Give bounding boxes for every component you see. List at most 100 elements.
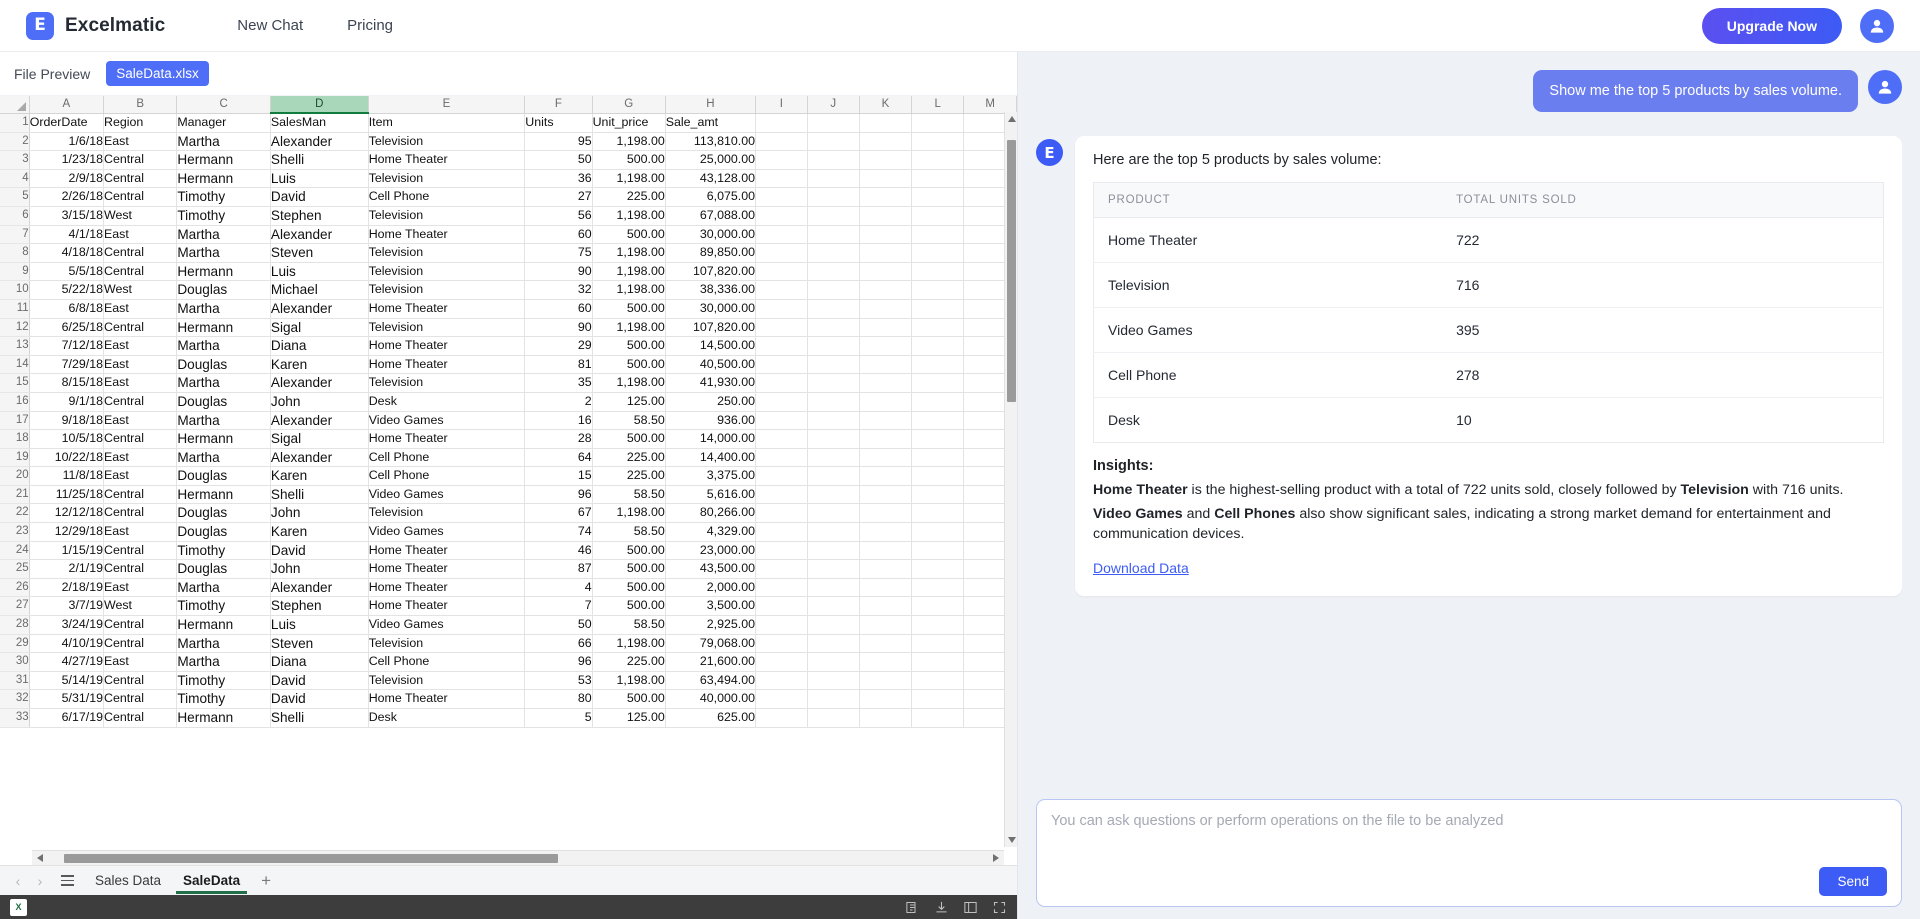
grid-horizontal-scrollbar[interactable] <box>32 850 1004 865</box>
cell-D14[interactable]: Karen <box>270 355 368 374</box>
cell-C31[interactable]: Timothy <box>177 671 271 690</box>
cell-I4[interactable] <box>755 169 807 188</box>
grid-vertical-scrollbar[interactable] <box>1004 112 1017 847</box>
cell-K10[interactable] <box>859 281 911 300</box>
cell-K24[interactable] <box>859 541 911 560</box>
cell-C26[interactable]: Martha <box>177 578 271 597</box>
cell-G3[interactable]: 500.00 <box>592 151 665 170</box>
cell-K22[interactable] <box>859 504 911 523</box>
cell-L26[interactable] <box>912 578 964 597</box>
row-header-14[interactable]: 14 <box>0 355 29 374</box>
cell-C8[interactable]: Martha <box>177 244 271 263</box>
cell-J8[interactable] <box>807 244 859 263</box>
cell-I17[interactable] <box>755 411 807 430</box>
cell-I25[interactable] <box>755 560 807 579</box>
cell-F18[interactable]: 28 <box>525 430 592 449</box>
cell-I20[interactable] <box>755 467 807 486</box>
cell-L33[interactable] <box>912 709 964 728</box>
cell-E1[interactable]: Item <box>368 113 525 132</box>
cell-D20[interactable]: Karen <box>270 467 368 486</box>
cell-K33[interactable] <box>859 709 911 728</box>
cell-E16[interactable]: Desk <box>368 392 525 411</box>
cell-A15[interactable]: 8/15/18 <box>29 374 103 393</box>
cell-D4[interactable]: Luis <box>270 169 368 188</box>
cell-C23[interactable]: Douglas <box>177 523 271 542</box>
cell-A18[interactable]: 10/5/18 <box>29 430 103 449</box>
cell-K25[interactable] <box>859 560 911 579</box>
cell-B12[interactable]: Central <box>104 318 177 337</box>
cell-E31[interactable]: Television <box>368 671 525 690</box>
cell-L19[interactable] <box>912 448 964 467</box>
column-header-d[interactable]: D <box>270 96 368 113</box>
cell-A20[interactable]: 11/8/18 <box>29 467 103 486</box>
cell-H17[interactable]: 936.00 <box>665 411 755 430</box>
cell-J6[interactable] <box>807 206 859 225</box>
cell-H16[interactable]: 250.00 <box>665 392 755 411</box>
cell-B8[interactable]: Central <box>104 244 177 263</box>
cell-H31[interactable]: 63,494.00 <box>665 671 755 690</box>
cell-D25[interactable]: John <box>270 560 368 579</box>
cell-F7[interactable]: 60 <box>525 225 592 244</box>
cell-G31[interactable]: 1,198.00 <box>592 671 665 690</box>
cell-J13[interactable] <box>807 337 859 356</box>
cell-G13[interactable]: 500.00 <box>592 337 665 356</box>
cell-J21[interactable] <box>807 485 859 504</box>
cell-F19[interactable]: 64 <box>525 448 592 467</box>
cell-H24[interactable]: 23,000.00 <box>665 541 755 560</box>
cell-J3[interactable] <box>807 151 859 170</box>
cell-I31[interactable] <box>755 671 807 690</box>
cell-J9[interactable] <box>807 262 859 281</box>
cell-F14[interactable]: 81 <box>525 355 592 374</box>
cell-J12[interactable] <box>807 318 859 337</box>
cell-I30[interactable] <box>755 653 807 672</box>
cell-H32[interactable]: 40,000.00 <box>665 690 755 709</box>
cell-J30[interactable] <box>807 653 859 672</box>
cell-D32[interactable]: David <box>270 690 368 709</box>
cell-D5[interactable]: David <box>270 188 368 207</box>
all-sheets-menu-icon[interactable] <box>56 870 78 892</box>
cell-K13[interactable] <box>859 337 911 356</box>
cell-I13[interactable] <box>755 337 807 356</box>
cell-E8[interactable]: Television <box>368 244 525 263</box>
cell-B31[interactable]: Central <box>104 671 177 690</box>
cell-I23[interactable] <box>755 523 807 542</box>
scroll-down-arrow-icon[interactable] <box>1007 835 1016 845</box>
cell-F25[interactable]: 87 <box>525 560 592 579</box>
cell-D23[interactable]: Karen <box>270 523 368 542</box>
cell-D13[interactable]: Diana <box>270 337 368 356</box>
cell-H23[interactable]: 4,329.00 <box>665 523 755 542</box>
cell-C20[interactable]: Douglas <box>177 467 271 486</box>
cell-K20[interactable] <box>859 467 911 486</box>
cell-B25[interactable]: Central <box>104 560 177 579</box>
cell-G16[interactable]: 125.00 <box>592 392 665 411</box>
cell-D7[interactable]: Alexander <box>270 225 368 244</box>
cell-I9[interactable] <box>755 262 807 281</box>
cell-C10[interactable]: Douglas <box>177 281 271 300</box>
cell-F2[interactable]: 95 <box>525 132 592 151</box>
cell-K32[interactable] <box>859 690 911 709</box>
column-header-j[interactable]: J <box>807 96 859 113</box>
cell-H28[interactable]: 2,925.00 <box>665 616 755 635</box>
row-header-23[interactable]: 23 <box>0 523 29 542</box>
vertical-scroll-thumb[interactable] <box>1007 140 1016 402</box>
cell-H33[interactable]: 625.00 <box>665 709 755 728</box>
cell-H4[interactable]: 43,128.00 <box>665 169 755 188</box>
cell-E23[interactable]: Video Games <box>368 523 525 542</box>
cell-H14[interactable]: 40,500.00 <box>665 355 755 374</box>
cell-H25[interactable]: 43,500.00 <box>665 560 755 579</box>
cell-G22[interactable]: 1,198.00 <box>592 504 665 523</box>
upgrade-now-button[interactable]: Upgrade Now <box>1702 8 1842 44</box>
column-header-f[interactable]: F <box>525 96 592 113</box>
cell-D18[interactable]: Sigal <box>270 430 368 449</box>
cell-I10[interactable] <box>755 281 807 300</box>
cell-I3[interactable] <box>755 151 807 170</box>
cell-E28[interactable]: Video Games <box>368 616 525 635</box>
cell-H11[interactable]: 30,000.00 <box>665 299 755 318</box>
cell-F27[interactable]: 7 <box>525 597 592 616</box>
row-header-27[interactable]: 27 <box>0 597 29 616</box>
cell-J24[interactable] <box>807 541 859 560</box>
cell-F28[interactable]: 50 <box>525 616 592 635</box>
cell-J2[interactable] <box>807 132 859 151</box>
cell-L23[interactable] <box>912 523 964 542</box>
cell-A10[interactable]: 5/22/18 <box>29 281 103 300</box>
